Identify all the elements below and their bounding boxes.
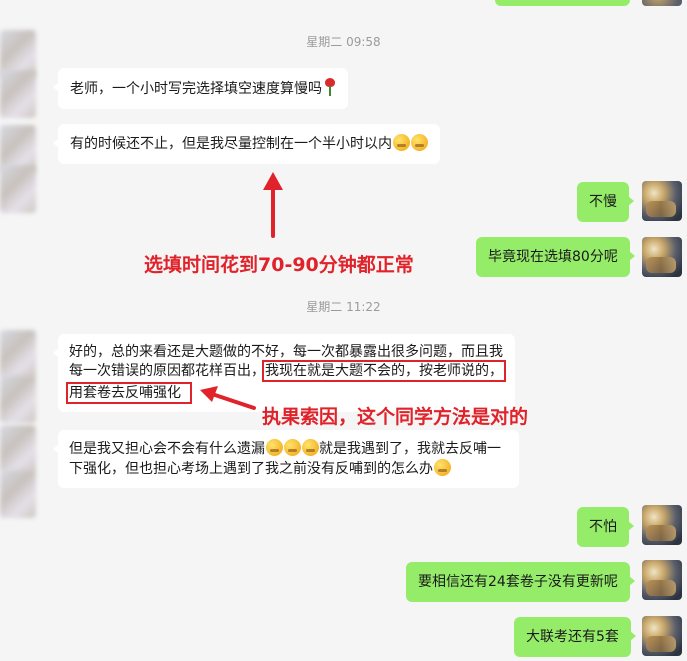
avatar[interactable] — [642, 181, 682, 221]
message-text: 但是我又担心会不会有什么遗漏 — [69, 441, 265, 457]
avatar[interactable] — [0, 470, 36, 518]
message-text: 每一次错误的原因都花样百出， — [69, 363, 265, 379]
message-text: 不怕 — [589, 519, 617, 535]
message-bubble[interactable]: 大联考还有5套 — [514, 617, 636, 657]
avatar[interactable] — [642, 560, 682, 600]
message-line: 好的，总的来看还是大题做的不好，每一次都暴露出很多问题，而且我 — [69, 344, 503, 360]
message-bubble[interactable]: 毕竟现在选填80分呢 — [476, 237, 635, 277]
emoji-icon — [393, 134, 410, 151]
highlighted-text: 我现在就是大题不会的，按老师说的， — [262, 360, 506, 382]
message-text: 毕竟现在选填80分呢 — [488, 249, 618, 265]
annotation-arrow — [200, 386, 256, 410]
message-bubble[interactable]: 有的时候还不止，但是我尽量控制在一个半小时以内 — [53, 124, 440, 164]
avatar[interactable] — [642, 616, 682, 656]
crying-emoji-icon — [302, 439, 319, 456]
message-text: 大联考还有5套 — [526, 629, 619, 645]
message-bubble[interactable]: 不慢 — [577, 182, 634, 222]
message-bubble[interactable]: 但是我又担心会不会有什么遗漏 就是我遇到了，我就去反哺一 下强化，但也担心考场上遇… — [53, 430, 519, 488]
message-text: 下强化，但也担心考场上遇到了我之前没有反哺到的怎么办 — [69, 461, 433, 477]
message-text: 老师，一个小时写完选择填空速度算慢吗 — [70, 81, 322, 97]
timestamp: 星期二 09:58 — [306, 35, 381, 49]
annotation-text: 选填时间花到70-90分钟都正常 — [144, 254, 414, 276]
rose-icon — [324, 78, 336, 96]
message-bubble[interactable]: 老师，一个小时写完选择填空速度算慢吗 — [53, 68, 348, 109]
annotation-arrow — [263, 172, 283, 238]
emoji-icon — [284, 439, 301, 456]
avatar[interactable] — [642, 505, 682, 545]
message-text: 就是我遇到了，我就去反哺一 — [319, 441, 501, 457]
crying-emoji-icon — [434, 459, 451, 476]
avatar[interactable] — [0, 425, 36, 473]
message-bubble[interactable]: 要相信还有24套卷子没有更新呢 — [406, 562, 635, 602]
annotation-text: 执果索因，这个同学方法是对的 — [262, 406, 529, 428]
crying-emoji-icon — [411, 134, 428, 151]
avatar[interactable] — [0, 165, 36, 213]
crying-emoji-icon — [266, 439, 283, 456]
message-bubble[interactable]: 不怕 — [577, 507, 634, 547]
avatar[interactable] — [0, 70, 36, 118]
avatar[interactable] — [0, 375, 36, 423]
timestamp: 星期二 11:22 — [306, 300, 381, 314]
chat-area: 星期二 09:58 老师，一个小时写完选择填空速度算慢吗 有的时候还不止，但是我… — [0, 0, 687, 661]
highlighted-text: 用套卷去反哺强化 — [66, 382, 192, 404]
avatar[interactable] — [642, 237, 682, 277]
message-text: 不慢 — [589, 194, 617, 210]
message-text: 有的时候还不止，但是我尽量控制在一个半小时以内 — [70, 136, 392, 152]
message-text: 要相信还有24套卷子没有更新呢 — [418, 574, 618, 590]
message-bubble[interactable]: 好的，总的来看还是大题做的不好，每一次都暴露出很多问题，而且我 每一次错误的原因… — [53, 334, 515, 412]
previous-message-bubble[interactable] — [495, 0, 630, 6]
avatar[interactable] — [0, 330, 36, 378]
avatar[interactable] — [642, 0, 682, 6]
